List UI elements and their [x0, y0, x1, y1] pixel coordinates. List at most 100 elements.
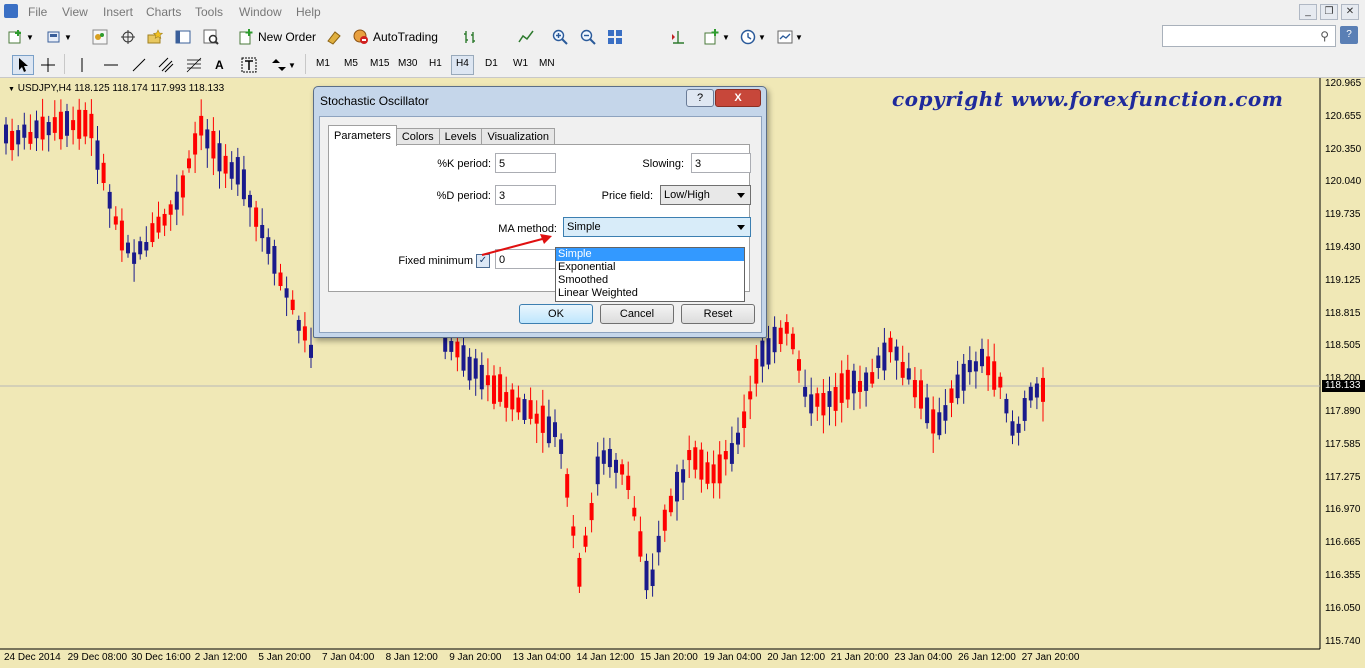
menu-charts[interactable]: Charts — [146, 5, 181, 19]
ma-option-linear-weighted[interactable]: Linear Weighted — [556, 287, 744, 300]
ok-button[interactable]: OK — [519, 304, 593, 324]
zoom-out-button[interactable] — [580, 27, 596, 47]
candle-body — [723, 451, 728, 460]
candle-body — [900, 361, 905, 378]
horizontal-line-button[interactable] — [103, 55, 119, 75]
candle-body — [254, 207, 259, 227]
menu-view[interactable]: View — [62, 5, 88, 19]
menu-insert[interactable]: Insert — [103, 5, 133, 19]
minimize-icon[interactable]: _ — [1299, 4, 1317, 20]
timeframe-h4[interactable]: H4 — [451, 55, 474, 75]
trendline-button[interactable] — [131, 55, 147, 75]
tab-parameters[interactable]: Parameters — [328, 125, 397, 146]
price-field-label: Price field: — [601, 190, 653, 202]
tile-windows-button[interactable] — [607, 27, 623, 47]
symbol-triangle-icon: ▼ — [8, 86, 15, 93]
close-icon[interactable]: ✕ — [1341, 4, 1359, 20]
profiles-button[interactable]: ▼ — [46, 27, 72, 47]
dialog-help-button[interactable]: ? — [686, 89, 714, 107]
line-chart-button[interactable] — [518, 27, 534, 47]
metaeditor-button[interactable] — [326, 27, 342, 47]
search-box[interactable]: ⚲ — [1162, 25, 1336, 47]
restore-icon[interactable]: ❐ — [1320, 4, 1338, 20]
horizontal-line-icon — [104, 64, 118, 66]
vertical-line-button[interactable] — [74, 55, 90, 75]
candle-body — [516, 397, 521, 413]
cancel-button[interactable]: Cancel — [600, 304, 674, 324]
terminal-button[interactable] — [175, 27, 191, 47]
candle-body — [10, 130, 15, 151]
price-axis-label: 117.890 — [1325, 406, 1361, 417]
candle-body — [559, 439, 564, 454]
candle-body — [644, 560, 649, 591]
time-axis-label: 29 Dec 08:00 — [67, 652, 128, 663]
slowing-field[interactable]: 3 — [691, 153, 751, 173]
timeframe-m30[interactable]: M30 — [394, 55, 421, 73]
candle-body — [681, 469, 686, 483]
indicators-button[interactable]: ▼ — [704, 27, 730, 47]
candle-body — [992, 361, 997, 390]
terminal-icon — [175, 30, 191, 44]
price-field-select[interactable]: Low/High — [660, 185, 751, 205]
help-icon[interactable]: ? — [1340, 26, 1358, 44]
candle-body — [4, 124, 8, 144]
crosshair-button[interactable] — [40, 55, 56, 75]
cursor-button[interactable] — [12, 55, 34, 75]
bar-chart-button[interactable] — [462, 27, 478, 47]
ma-option-exponential[interactable]: Exponential — [556, 261, 744, 274]
new-order-button[interactable]: New Order — [238, 27, 316, 47]
candle-body — [174, 191, 179, 210]
menu-tools[interactable]: Tools — [195, 5, 223, 19]
ma-option-smoothed[interactable]: Smoothed — [556, 274, 744, 287]
candle-body — [925, 397, 930, 424]
candle-body — [851, 370, 856, 394]
timeframe-m5[interactable]: M5 — [340, 55, 362, 73]
menu-window[interactable]: Window — [239, 5, 282, 19]
k-period-field[interactable]: 5 — [495, 153, 556, 173]
ma-option-simple[interactable]: Simple — [556, 248, 744, 261]
candle-body — [492, 375, 496, 404]
zoom-in-button[interactable] — [552, 27, 568, 47]
templates-icon — [777, 30, 793, 44]
candle-body — [510, 389, 515, 410]
text-label-button[interactable] — [241, 55, 257, 75]
navigator-button[interactable] — [120, 27, 136, 47]
candle-body — [986, 356, 991, 376]
timeframe-mn[interactable]: MN — [535, 55, 559, 73]
menu-help[interactable]: Help — [296, 5, 321, 19]
new-chart-button[interactable]: ▼ — [8, 27, 34, 47]
timeframe-m15[interactable]: M15 — [366, 55, 393, 73]
timeframe-d1[interactable]: D1 — [481, 55, 502, 73]
candle-body — [553, 422, 557, 438]
fibonacci-button[interactable] — [186, 55, 202, 75]
text-button[interactable]: A — [215, 55, 224, 75]
candle-body — [888, 337, 893, 353]
templates-button[interactable]: ▼ — [777, 27, 803, 47]
equidistant-channel-button[interactable] — [158, 55, 174, 75]
timeframe-h1[interactable]: H1 — [425, 55, 446, 73]
arrows-button[interactable]: ▼ — [270, 55, 296, 75]
reset-button[interactable]: Reset — [681, 304, 755, 324]
timeframe-w1[interactable]: W1 — [509, 55, 532, 73]
autotrading-button[interactable]: AutoTrading — [353, 27, 438, 47]
menu-file[interactable]: File — [28, 5, 47, 19]
candle-body — [565, 474, 570, 498]
periods-button[interactable]: ▼ — [740, 27, 766, 47]
candle-body — [217, 143, 222, 172]
chart-shift-button[interactable] — [670, 27, 686, 47]
candle-body — [1028, 386, 1033, 401]
ma-method-select[interactable]: Simple — [563, 217, 751, 237]
search-input[interactable] — [1166, 27, 1310, 45]
strategy-tester-button[interactable] — [203, 27, 219, 47]
candle-body — [89, 113, 94, 139]
search-icon[interactable]: ⚲ — [1320, 29, 1329, 43]
dialog-close-button[interactable]: X — [715, 89, 761, 107]
timeframe-m1[interactable]: M1 — [312, 55, 334, 73]
time-axis-label: 2 Jan 12:00 — [194, 652, 248, 663]
candle-body — [479, 364, 484, 390]
candle-body — [144, 242, 149, 251]
favorites-button[interactable] — [147, 27, 163, 47]
candle-body — [961, 363, 966, 391]
d-period-field[interactable]: 3 — [495, 185, 556, 205]
market-watch-button[interactable] — [92, 27, 108, 47]
